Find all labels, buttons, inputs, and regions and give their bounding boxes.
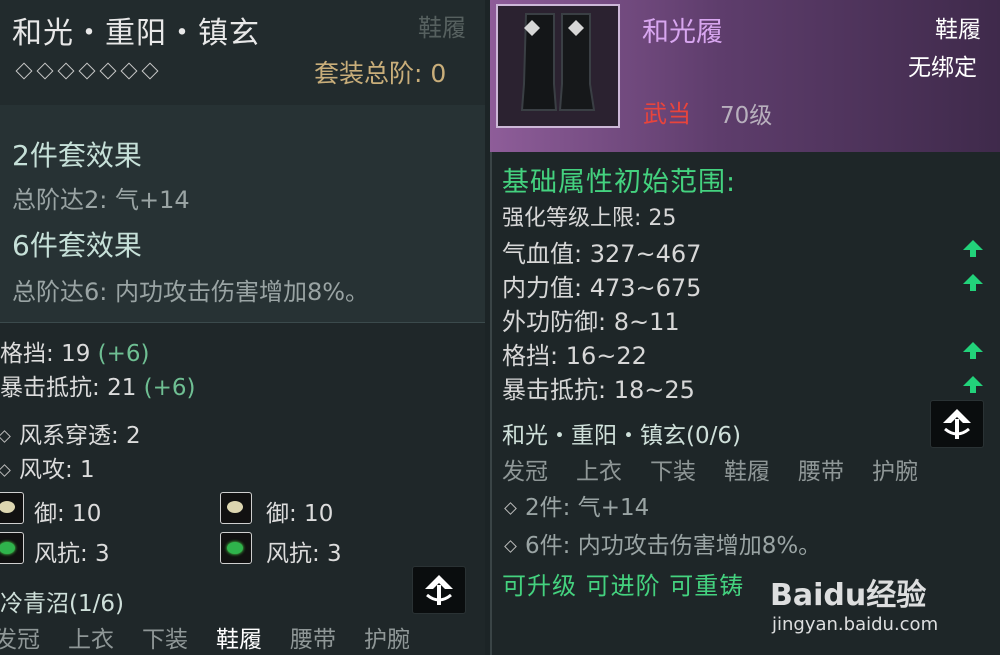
right-set6-text: 6件: 内功攻击伤害增加8%。	[525, 533, 822, 559]
level-requirement: 70级	[720, 103, 773, 129]
parry-label: 格挡:	[0, 341, 54, 367]
gem-slot[interactable]	[220, 532, 252, 564]
left-set2-name: 冷青沼(1/6)	[0, 591, 124, 617]
item-icon-frame	[496, 4, 620, 128]
crit-res-label: 暴击抵抗:	[0, 375, 100, 401]
left-set-name: 和光・重阳・镇玄	[12, 16, 260, 51]
wind-atk-text: 风攻: 1	[19, 457, 95, 483]
bullet-icon	[504, 502, 517, 515]
upgrade-arrow-icon	[963, 376, 983, 393]
watermark-url: jingyan.baidu.com	[772, 614, 939, 635]
right-tab-4: 腰带	[798, 459, 844, 485]
item-slot: 鞋履	[935, 17, 981, 43]
left-equipment-tabs: 发冠 上衣 下装 鞋履 腰带 护腕	[0, 620, 438, 654]
stat-ext-def: 外功防御: 8~11	[502, 308, 680, 336]
right-tab-1: 上衣	[576, 459, 622, 485]
upgrade-arrow-icon	[963, 240, 983, 257]
left-tab-5: 护腕	[364, 627, 410, 653]
left-tab-2: 下装	[142, 627, 188, 653]
bullet-icon	[504, 540, 517, 553]
gem-slot[interactable]	[0, 492, 24, 524]
right-tab-3: 鞋履	[724, 459, 770, 485]
upgrade-arrow-icon	[943, 409, 971, 439]
boots-icon	[498, 6, 618, 126]
jade-gem-icon	[0, 542, 15, 554]
left-tab-4: 腰带	[290, 627, 336, 653]
rank-diamonds	[15, 62, 165, 81]
crit-res-value: 21	[107, 375, 137, 401]
upgrade-button[interactable]	[930, 400, 984, 448]
wind-atk-stat: 风攻: 1	[0, 450, 95, 484]
sect-requirement: 武当	[643, 100, 691, 128]
left-corner-label: 鞋履	[418, 14, 466, 42]
wind-pen-text: 风系穿透: 2	[19, 423, 141, 449]
left-tab-0: 发冠	[0, 627, 40, 653]
right-tab-5: 护腕	[872, 459, 918, 485]
gem-slot[interactable]	[0, 532, 24, 564]
wind-pen-stat: 风系穿透: 2	[0, 416, 141, 450]
bullet-icon	[0, 430, 11, 443]
stat-parry: 格挡: 16~22	[502, 342, 647, 370]
gem-stat: 风抗: 3	[266, 541, 342, 567]
right-tab-2: 下装	[650, 459, 696, 485]
right-equipment-tabs: 发冠 上衣 下装 鞋履 腰带 护腕	[502, 452, 946, 486]
bind-status: 无绑定	[908, 55, 977, 81]
gem-stat: 御: 10	[34, 501, 102, 527]
item-actions: 可升级 可进阶 可重铸	[502, 572, 745, 600]
right-set2-text: 2件: 气+14	[525, 495, 650, 521]
set6-title: 6件套效果	[12, 229, 142, 262]
diamond-icon	[15, 62, 33, 80]
diamond-icon	[36, 62, 54, 80]
set2-desc: 总阶达2: 气+14	[12, 186, 190, 214]
baidu-watermark: Baidu经验 jingyan.baidu.com	[770, 570, 938, 635]
diamond-icon	[78, 62, 96, 80]
right-tab-0: 发冠	[502, 459, 548, 485]
parry-bonus: (+6)	[97, 341, 150, 367]
jade-gem-icon	[227, 542, 243, 554]
stone-gem-icon	[0, 501, 15, 513]
upgrade-arrow-icon	[963, 342, 983, 359]
right-set2-desc: 2件: 气+14	[504, 488, 650, 522]
crit-res-bonus: (+6)	[143, 375, 196, 401]
enhance-limit: 强化等级上限: 25	[502, 206, 677, 231]
item-name: 和光履	[642, 17, 723, 48]
bullet-icon	[0, 464, 11, 477]
gem-slot[interactable]	[220, 492, 252, 524]
diamond-icon	[120, 62, 138, 80]
upgrade-arrow-icon	[425, 575, 453, 605]
diamond-icon	[141, 62, 159, 80]
set2-title: 2件套效果	[12, 139, 142, 172]
upgrade-arrow-icon	[963, 274, 983, 291]
base-attr-title: 基础属性初始范围:	[502, 167, 737, 198]
stat-hp: 气血值: 327~467	[502, 240, 702, 268]
watermark-brand: Baidu经验	[770, 578, 927, 613]
crit-res-stat: 暴击抵抗: 21 (+6)	[0, 368, 196, 402]
stone-gem-icon	[227, 501, 243, 513]
set6-desc: 总阶达6: 内功攻击伤害增加8%。	[12, 278, 370, 306]
parry-stat: 格挡: 19 (+6)	[0, 334, 150, 368]
gem-stat: 御: 10	[266, 501, 334, 527]
diamond-icon	[57, 62, 75, 80]
stat-mp: 内力值: 473~675	[502, 274, 702, 302]
upgrade-button[interactable]	[412, 566, 466, 614]
diamond-icon	[99, 62, 117, 80]
left-tab-3: 鞋履	[216, 627, 262, 653]
parry-value: 19	[61, 341, 91, 367]
right-set6-desc: 6件: 内功攻击伤害增加8%。	[504, 526, 822, 560]
set-total-rank: 套装总阶: 0	[314, 59, 447, 88]
right-set-name: 和光・重阳・镇玄(0/6)	[502, 423, 741, 449]
left-tab-1: 上衣	[68, 627, 114, 653]
stat-crit-res: 暴击抵抗: 18~25	[502, 376, 695, 404]
gem-stat: 风抗: 3	[34, 541, 110, 567]
